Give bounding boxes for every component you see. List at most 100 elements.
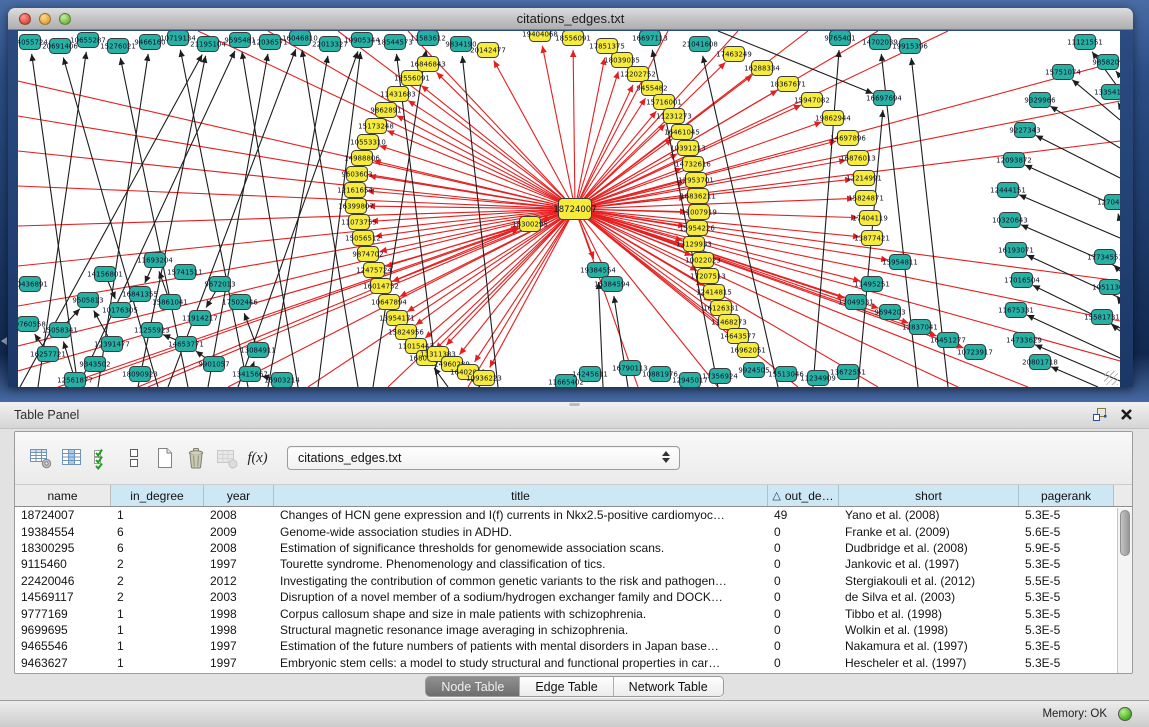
graph-node[interactable]: 14643577: [720, 329, 756, 344]
cell-title[interactable]: Corpus callosum shape and size in male p…: [274, 607, 768, 621]
graph-node[interactable]: 17851375: [589, 39, 625, 54]
cell-year[interactable]: 1998: [204, 623, 274, 637]
table-row[interactable]: 977716911998Corpus callosum shape and si…: [15, 605, 1132, 621]
graph-node[interactable]: 17734551: [1087, 250, 1120, 265]
cell-title[interactable]: Disruption of a novel member of a sodium…: [274, 590, 768, 604]
cell-in_degree[interactable]: 1: [111, 639, 204, 653]
table-row[interactable]: 946362711997Embryonic stem cells: a mode…: [15, 655, 1132, 671]
cell-out_degree[interactable]: 0: [768, 623, 839, 637]
tab-edge-table[interactable]: Edge Table: [520, 677, 613, 696]
cell-in_degree[interactable]: 1: [111, 623, 204, 637]
graph-node[interactable]: 10511304: [1092, 280, 1120, 295]
import-table-button[interactable]: [211, 442, 242, 474]
cell-name[interactable]: 18724007: [15, 508, 111, 522]
cell-out_degree[interactable]: 0: [768, 557, 839, 571]
create-column-button[interactable]: [149, 442, 180, 474]
graph-node[interactable]: 19404068: [522, 31, 558, 42]
cell-in_degree[interactable]: 6: [111, 525, 204, 539]
graph-node[interactable]: 10905344: [344, 33, 380, 48]
graph-node[interactable]: 17502446: [222, 295, 258, 310]
cell-short[interactable]: Tibbo et al. (1998): [839, 607, 1019, 621]
graph-node[interactable]: 10647894: [371, 295, 407, 310]
graph-node[interactable]: 12704501: [1097, 195, 1120, 210]
graph-node[interactable]: 19384554: [580, 263, 616, 278]
cell-out_degree[interactable]: 0: [768, 590, 839, 604]
table-row[interactable]: 946554611997Estimation of the future num…: [15, 638, 1132, 654]
graph-node[interactable]: 12202752: [620, 67, 656, 82]
table-row[interactable]: 2242004622012Investigating the contribut…: [15, 573, 1132, 589]
graph-node[interactable]: 15954811: [882, 255, 918, 270]
graph-node[interactable]: 11495251: [854, 277, 890, 292]
graph-node[interactable]: 19862944: [815, 111, 851, 126]
cell-out_degree[interactable]: 0: [768, 607, 839, 621]
cell-out_degree[interactable]: 0: [768, 574, 839, 588]
zoom-window-button[interactable]: [59, 13, 71, 25]
graph-node[interactable]: 9343502: [79, 357, 110, 372]
cell-short[interactable]: Jankovic et al. (1997): [839, 557, 1019, 571]
network-window-titlebar[interactable]: citations_edges.txt: [8, 8, 1133, 30]
graph-node[interactable]: 10553310: [350, 135, 386, 150]
graph-node[interactable]: 16846843: [410, 57, 446, 72]
cell-in_degree[interactable]: 2: [111, 590, 204, 604]
graph-node[interactable]: 15716001: [646, 95, 682, 110]
cell-year[interactable]: 2008: [204, 508, 274, 522]
column-settings-button[interactable]: [56, 442, 87, 474]
column-header-in_degree[interactable]: in_degree: [111, 485, 204, 506]
graph-node[interactable]: 11121551: [1067, 35, 1103, 50]
cell-name[interactable]: 19384554: [15, 525, 111, 539]
graph-node[interactable]: 9874702: [352, 247, 383, 262]
cell-short[interactable]: Hescheler et al. (1997): [839, 656, 1019, 670]
graph-node[interactable]: 11914217: [182, 311, 218, 326]
cell-name[interactable]: 14569117: [15, 590, 111, 604]
graph-node[interactable]: 11583612: [410, 31, 446, 46]
graph-node[interactable]: 11073755: [341, 215, 377, 230]
cell-pagerank[interactable]: 5.3E-5: [1019, 639, 1114, 653]
minimize-window-button[interactable]: [39, 13, 51, 25]
graph-node[interactable]: 10436891: [18, 277, 48, 292]
graph-node[interactable]: 15751074: [1045, 65, 1081, 80]
graph-node[interactable]: 15741511: [167, 265, 203, 280]
cell-pagerank[interactable]: 5.3E-5: [1019, 623, 1114, 637]
cell-pagerank[interactable]: 5.3E-5: [1019, 607, 1114, 621]
graph-node[interactable]: 16876013: [840, 151, 876, 166]
cell-name[interactable]: 9465546: [15, 639, 111, 653]
column-header-name[interactable]: name: [15, 485, 111, 506]
graph-node[interactable]: 14697896: [830, 131, 866, 146]
graph-node[interactable]: 16697113: [632, 31, 668, 46]
cell-pagerank[interactable]: 5.3E-5: [1019, 508, 1114, 522]
cell-in_degree[interactable]: 1: [111, 607, 204, 621]
cell-name[interactable]: 9463627: [15, 656, 111, 670]
column-header-out_degree[interactable]: △out_de…: [768, 485, 839, 506]
citation-network-graph[interactable]: 2405572420691406106552871527602194661601…: [18, 31, 1120, 387]
graph-node[interactable]: 16836211: [680, 189, 716, 204]
cell-title[interactable]: Tourette syndrome. Phenomenology and cla…: [274, 557, 768, 571]
graph-node[interactable]: 15824871: [848, 191, 884, 206]
graph-node[interactable]: 18367671: [770, 77, 806, 92]
cell-name[interactable]: 18300295: [15, 541, 111, 555]
graph-node[interactable]: 16903214: [264, 373, 300, 388]
tab-node-table[interactable]: Node Table: [426, 677, 520, 696]
table-row[interactable]: 911546021997Tourette syndrome. Phenomeno…: [15, 556, 1132, 572]
graph-node[interactable]: 15581731: [1084, 310, 1120, 325]
graph-node[interactable]: 18039035: [604, 53, 640, 68]
table-row[interactable]: 969969511998Structural magnetic resonanc…: [15, 622, 1132, 638]
cell-pagerank[interactable]: 5.3E-5: [1019, 590, 1114, 604]
graph-node[interactable]: 17016504: [1004, 273, 1040, 288]
cell-short[interactable]: de Silva et al. (2003): [839, 590, 1019, 604]
cell-year[interactable]: 1997: [204, 656, 274, 670]
graph-node[interactable]: 16288334: [744, 61, 780, 76]
cell-in_degree[interactable]: 6: [111, 541, 204, 555]
cell-short[interactable]: Wolkin et al. (1998): [839, 623, 1019, 637]
cell-in_degree[interactable]: 1: [111, 656, 204, 670]
graph-node[interactable]: 9765401: [824, 31, 855, 46]
cell-year[interactable]: 2008: [204, 541, 274, 555]
table-row[interactable]: 1456911722003Disruption of a novel membe…: [15, 589, 1132, 605]
cell-out_degree[interactable]: 0: [768, 525, 839, 539]
scrollbar-thumb[interactable]: [1120, 510, 1130, 556]
cell-short[interactable]: Yano et al. (2008): [839, 508, 1019, 522]
close-panel-icon[interactable]: [1120, 408, 1133, 426]
select-all-rows-button[interactable]: [87, 442, 118, 474]
cell-name[interactable]: 9115460: [15, 557, 111, 571]
graph-node[interactable]: 12561877: [57, 373, 93, 388]
cell-title[interactable]: Estimation of significance thresholds fo…: [274, 541, 768, 555]
